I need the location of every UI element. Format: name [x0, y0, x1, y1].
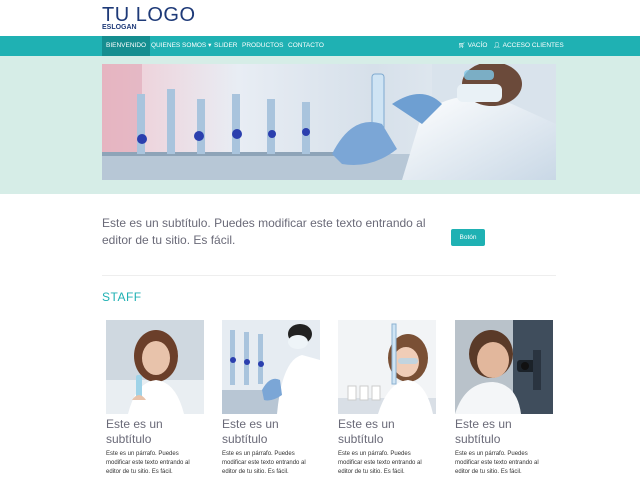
staff-card: Este es un subtítulo Este es un párrafo.… — [338, 320, 436, 477]
nav-item-quienes-somos[interactable]: QUIENES SOMOS ▾ — [147, 36, 215, 56]
hero-image — [102, 64, 556, 180]
staff-photo — [106, 320, 204, 414]
clients-label: ACCESO CLIENTES — [502, 42, 564, 49]
staff-card-title: Este es un subtítulo — [106, 417, 163, 446]
nav-item-slider[interactable]: SLIDER — [210, 36, 241, 56]
staff-card-text: Este es un párrafo. Puedes modificar est… — [338, 451, 422, 475]
staff-card-text: Este es un párrafo. Puedes modificar est… — [222, 451, 306, 475]
user-icon: 👤︎ — [493, 43, 501, 49]
site-header: TU LOGO ESLOGAN — [0, 0, 640, 36]
staff-photo — [338, 320, 436, 414]
staff-photo — [455, 320, 553, 414]
staff-card-title: Este es un subtítulo — [338, 417, 395, 446]
cart-link[interactable]: 🛒︎ VACÍO — [454, 36, 491, 56]
staff-photo — [222, 320, 320, 414]
staff-card-text: Este es un párrafo. Puedes modificar est… — [455, 451, 539, 475]
staff-card-text: Este es un párrafo. Puedes modificar est… — [106, 451, 190, 475]
main-navbar: BIENVENIDO QUIENES SOMOS ▾ SLIDER PRODUC… — [0, 36, 640, 56]
cart-icon: 🛒︎ — [458, 43, 466, 49]
staff-card: Este es un subtítulo Este es un párrafo.… — [222, 320, 320, 477]
nav-item-bienvenido[interactable]: BIENVENIDO — [102, 36, 151, 56]
section-divider — [102, 275, 556, 276]
staff-card-title: Este es un subtítulo — [222, 417, 279, 446]
nav-item-productos[interactable]: PRODUCTOS — [238, 36, 287, 56]
intro-subtitle: Este es un subtítulo. Puedes modificar e… — [102, 216, 426, 247]
staff-card: Este es un subtítulo Este es un párrafo.… — [455, 320, 553, 477]
staff-card-title: Este es un subtítulo — [455, 417, 512, 446]
cta-button[interactable]: Botón — [451, 229, 485, 246]
staff-heading: STAFF — [102, 290, 142, 304]
slogan: ESLOGAN — [102, 24, 137, 31]
cart-label: VACÍO — [467, 42, 488, 49]
clients-access-link[interactable]: 👤︎ ACCESO CLIENTES — [489, 36, 568, 56]
laboratory-banner-illustration — [102, 64, 556, 180]
nav-item-contacto[interactable]: CONTACTO — [284, 36, 328, 56]
staff-card: Este es un subtítulo Este es un párrafo.… — [106, 320, 204, 477]
